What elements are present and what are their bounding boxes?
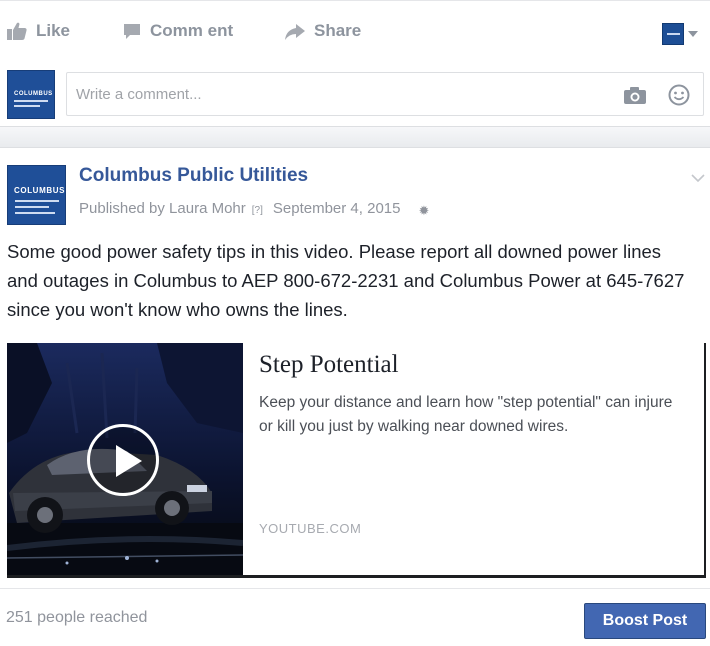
published-by[interactable]: Published by Laura Mohr (79, 200, 246, 217)
post-action-bar: Like Comm ent Share (0, 0, 710, 62)
page-avatar[interactable]: COLUMBUS (7, 165, 66, 225)
feed-post: COLUMBUS Columbus Public Utilities Publi… (0, 148, 710, 646)
link-preview[interactable]: Step Potential Keep your distance and le… (7, 343, 706, 578)
avatar[interactable]: COLUMBUS (7, 70, 55, 119)
smiley-icon[interactable] (668, 84, 690, 106)
video-thumbnail[interactable] (7, 343, 243, 575)
link-description: Keep your distance and learn how "step p… (259, 394, 673, 435)
page-name-link[interactable]: Columbus Public Utilities (79, 165, 308, 187)
help-marker[interactable]: [?] (252, 205, 263, 216)
camera-icon[interactable] (623, 86, 647, 105)
chevron-down-icon (688, 31, 698, 37)
comment-box (66, 72, 704, 116)
like-button[interactable]: Like (6, 19, 70, 43)
boost-post-button[interactable]: Boost Post (584, 603, 706, 639)
comment-label: Comm ent (150, 21, 234, 40)
like-label: Like (36, 21, 71, 40)
comment-composer: COLUMBUS (0, 62, 710, 126)
comment-button[interactable]: Comm ent (122, 19, 233, 43)
post-footer: 251 people reached Boost Post (0, 588, 710, 646)
link-source: YOUTUBE.COM (259, 521, 362, 536)
link-title[interactable]: Step Potential (259, 351, 399, 379)
audience-gear-icon[interactable]: ✹ (418, 203, 429, 219)
page-identity-switcher[interactable] (662, 23, 698, 45)
post-meta: Published by Laura Mohr [?] September 4,… (79, 197, 429, 219)
reach-count[interactable]: 251 people reached (6, 609, 147, 627)
logo-mark: COLUMBUS (14, 91, 53, 97)
logo-mark: COLUMBUS (14, 186, 66, 195)
feed-separator (0, 126, 710, 148)
share-arrow-icon (285, 23, 305, 40)
chevron-down-icon[interactable] (691, 174, 705, 183)
speech-bubble-icon (124, 23, 140, 39)
share-label: Share (314, 21, 362, 40)
comment-input[interactable] (67, 73, 607, 115)
share-button[interactable]: Share (284, 19, 361, 43)
play-icon[interactable] (87, 424, 159, 496)
thumbs-up-icon (7, 22, 27, 40)
post-message: Some good power safety tips in this vide… (7, 241, 685, 320)
post-date[interactable]: September 4, 2015 (273, 200, 401, 217)
page-avatar-mini (662, 23, 684, 45)
